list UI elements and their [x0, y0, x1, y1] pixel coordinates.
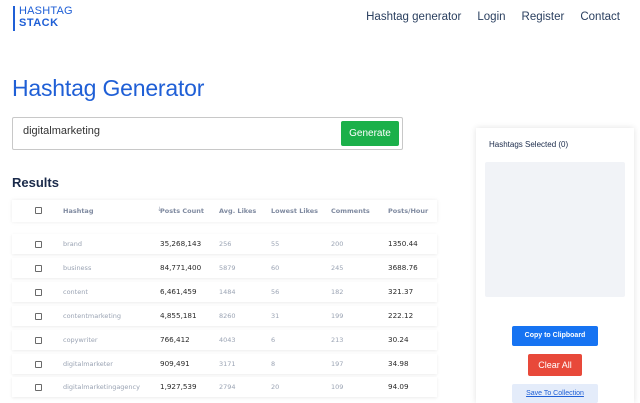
- cell-posts-count: 4,855,181: [160, 311, 197, 320]
- table-row[interactable]: brand 35,268,143 256 55 200 1350.44: [12, 234, 437, 254]
- generate-button[interactable]: Generate: [341, 121, 399, 146]
- cell-hashtag: digitalmarketer: [63, 360, 113, 368]
- results-heading: Results: [12, 175, 59, 190]
- cell-lowest-likes: 55: [271, 240, 280, 248]
- nav-link-hashtag-generator[interactable]: Hashtag generator: [366, 11, 461, 23]
- cell-posts-per-hour: 3688.76: [388, 263, 418, 272]
- cell-posts-count: 84,771,400: [160, 263, 202, 272]
- search-box: Generate: [12, 117, 403, 150]
- cell-comments: 200: [331, 240, 344, 248]
- cell-lowest-likes: 8: [271, 360, 276, 368]
- cell-lowest-likes: 31: [271, 312, 280, 320]
- cell-posts-per-hour: 34.98: [388, 359, 409, 368]
- cell-hashtag: copywriter: [63, 336, 98, 344]
- top-nav: HASHTAG STACK Hashtag generator Login Re…: [0, 0, 640, 40]
- cell-posts-count: 766,412: [160, 335, 190, 344]
- column-posts-count[interactable]: Posts Count: [160, 207, 204, 215]
- cell-posts-per-hour: 222.12: [388, 311, 414, 320]
- cell-lowest-likes: 20: [271, 383, 280, 391]
- column-avg-likes[interactable]: Avg. Likes: [219, 207, 256, 215]
- row-checkbox[interactable]: [35, 384, 42, 391]
- cell-comments: 213: [331, 336, 344, 344]
- cell-posts-count: 1,927,539: [160, 382, 197, 391]
- cell-avg-likes: 5879: [219, 264, 236, 272]
- table-row[interactable]: content 6,461,459 1484 56 182 321.37: [12, 282, 437, 302]
- nav-link-contact[interactable]: Contact: [580, 11, 620, 23]
- hashtag-search-input[interactable]: [23, 125, 323, 137]
- column-lowest-likes[interactable]: Lowest Likes: [271, 207, 318, 215]
- save-to-collection-button[interactable]: Save To Collection: [512, 384, 598, 403]
- cell-posts-per-hour: 30.24: [388, 335, 409, 344]
- cell-posts-count: 35,268,143: [160, 239, 202, 248]
- cell-hashtag: digitalmarketingagency: [63, 383, 140, 391]
- cell-hashtag: content: [63, 288, 88, 296]
- row-checkbox[interactable]: [35, 289, 42, 296]
- row-checkbox[interactable]: [35, 337, 42, 344]
- cell-avg-likes: 256: [219, 240, 232, 248]
- column-hashtag[interactable]: Hashtag: [63, 207, 93, 215]
- nav-links: Hashtag generator Login Register Contact: [366, 11, 640, 23]
- logo-text-bottom: STACK: [19, 17, 59, 29]
- cell-comments: 109: [331, 383, 344, 391]
- logo[interactable]: HASHTAG STACK: [13, 6, 73, 31]
- table-row[interactable]: digitalmarketingagency 1,927,539 2794 20…: [12, 377, 437, 397]
- cell-comments: 182: [331, 288, 344, 296]
- cell-avg-likes: 3171: [219, 360, 236, 368]
- logo-text-top: HASHTAG: [19, 5, 73, 17]
- cell-posts-per-hour: 94.09: [388, 382, 409, 391]
- results-table-header: Hashtag ↓ Posts Count Avg. Likes Lowest …: [12, 200, 437, 222]
- cell-comments: 199: [331, 312, 344, 320]
- clear-all-button[interactable]: Clear All: [528, 354, 582, 376]
- row-checkbox[interactable]: [35, 265, 42, 272]
- cell-lowest-likes: 60: [271, 264, 280, 272]
- page-title: Hashtag Generator: [12, 75, 205, 101]
- row-checkbox[interactable]: [35, 313, 42, 320]
- cell-posts-per-hour: 1350.44: [388, 239, 418, 248]
- table-row[interactable]: contentmarketing 4,855,181 8260 31 199 2…: [12, 306, 437, 326]
- table-row[interactable]: business 84,771,400 5879 60 245 3688.76: [12, 258, 437, 278]
- cell-avg-likes: 8260: [219, 312, 236, 320]
- column-posts-per-hour[interactable]: Posts/Hour: [388, 207, 428, 215]
- nav-link-login[interactable]: Login: [477, 11, 505, 23]
- cell-hashtag: contentmarketing: [63, 312, 122, 320]
- cell-hashtag: brand: [63, 240, 83, 248]
- table-row[interactable]: copywriter 766,412 4043 6 213 30.24: [12, 330, 437, 350]
- cell-avg-likes: 1484: [219, 288, 236, 296]
- cell-avg-likes: 4043: [219, 336, 236, 344]
- row-checkbox[interactable]: [35, 241, 42, 248]
- nav-link-register[interactable]: Register: [522, 11, 565, 23]
- cell-avg-likes: 2794: [219, 383, 236, 391]
- cell-posts-count: 909,491: [160, 359, 190, 368]
- copy-to-clipboard-button[interactable]: Copy to Clipboard: [512, 326, 598, 346]
- selected-hashtags-panel: Hashtags Selected (0) Copy to Clipboard …: [476, 128, 634, 403]
- cell-hashtag: business: [63, 264, 92, 272]
- cell-posts-count: 6,461,459: [160, 287, 197, 296]
- row-checkbox[interactable]: [35, 361, 42, 368]
- cell-lowest-likes: 6: [271, 336, 276, 344]
- column-comments[interactable]: Comments: [331, 207, 370, 215]
- cell-posts-per-hour: 321.37: [388, 287, 414, 296]
- cell-comments: 245: [331, 264, 344, 272]
- cell-comments: 197: [331, 360, 344, 368]
- cell-lowest-likes: 56: [271, 288, 280, 296]
- selected-count-heading: Hashtags Selected (0): [489, 140, 569, 149]
- selected-hashtags-area[interactable]: [485, 162, 625, 297]
- table-row[interactable]: digitalmarketer 909,491 3171 8 197 34.98: [12, 354, 437, 374]
- select-all-checkbox[interactable]: [35, 207, 42, 214]
